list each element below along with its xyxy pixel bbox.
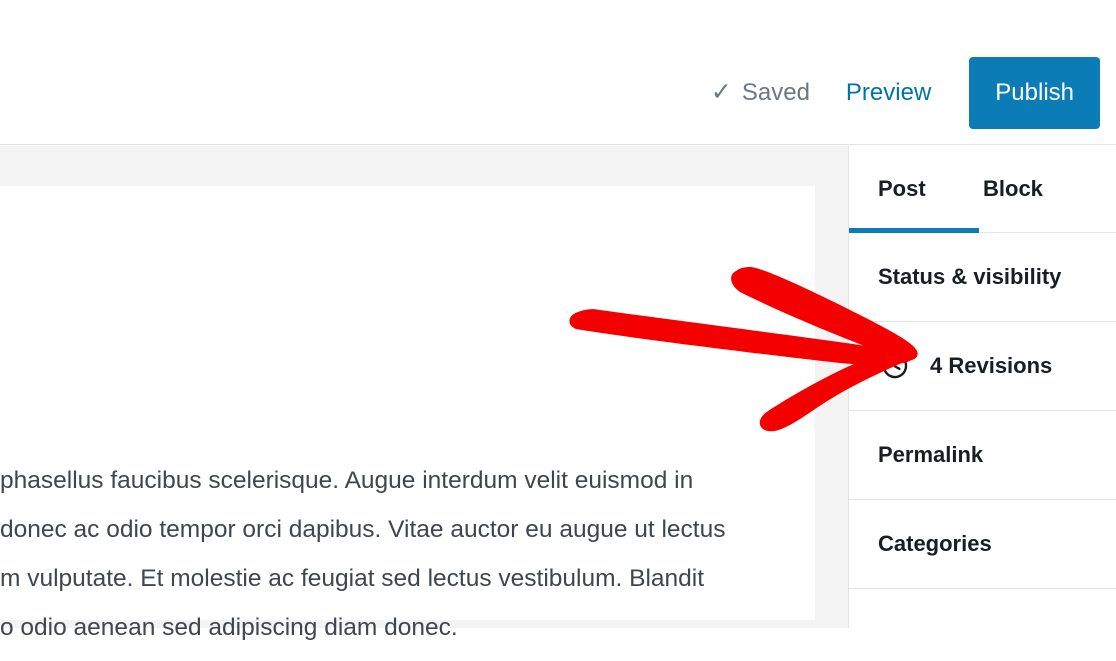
content-line: donec ac odio tempor orci dapibus. Vitae…	[0, 516, 726, 543]
editor-canvas[interactable]: phasellus faucibus scelerisque. Augue in…	[0, 186, 815, 641]
sidebar-panel-label: Permalink	[878, 442, 984, 467]
sidebar-panel-label: 4 Revisions	[930, 353, 1053, 378]
publish-button[interactable]: Publish	[969, 57, 1100, 129]
post-settings-sidebar: Post Block Status & visibility 4 Revisio…	[848, 146, 1116, 628]
content-line: m vulputate. Et molestie ac feugiat sed …	[0, 565, 705, 592]
tab-post[interactable]: Post	[849, 146, 979, 233]
editor-top-bar: ✓ Saved Preview Publish	[0, 0, 1116, 145]
saved-status-label: Saved	[741, 79, 810, 106]
saved-status: ✓ Saved	[697, 70, 824, 116]
post-content-paragraph[interactable]: phasellus faucibus scelerisque. Augue in…	[0, 456, 815, 652]
revisions-clock-icon	[882, 353, 908, 379]
editor-backdrop: phasellus faucibus scelerisque. Augue in…	[0, 146, 848, 641]
top-bar-actions: ✓ Saved Preview Publish	[697, 57, 1100, 129]
check-icon: ✓	[710, 77, 732, 106]
sidebar-tab-bar: Post Block	[849, 146, 1116, 233]
sidebar-panel-revisions[interactable]: 4 Revisions	[849, 322, 1116, 411]
sidebar-panel-label: Categories	[878, 531, 992, 556]
sidebar-panel-label: Status & visibility	[878, 264, 1062, 289]
preview-button[interactable]: Preview	[824, 70, 953, 116]
sidebar-panel-permalink[interactable]: Permalink	[849, 411, 1116, 500]
content-line: o odio aenean sed adipiscing diam donec.	[0, 614, 458, 641]
sidebar-panel-status-and-visibility[interactable]: Status & visibility	[849, 233, 1116, 322]
sidebar-panel-categories[interactable]: Categories	[849, 500, 1116, 589]
tab-block[interactable]: Block	[983, 146, 1043, 232]
content-line: phasellus faucibus scelerisque. Augue in…	[0, 467, 694, 494]
